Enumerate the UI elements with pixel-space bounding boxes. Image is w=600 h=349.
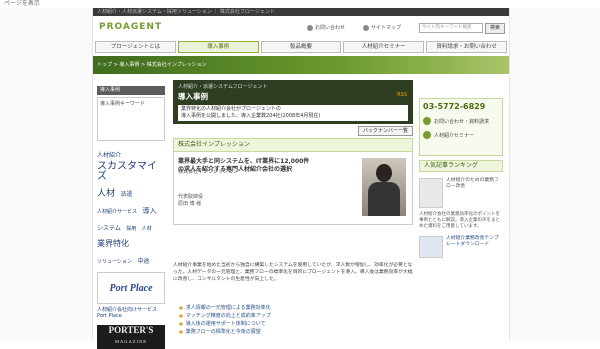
ranking-item[interactable]: 人材紹介のための業務フロー改善 bbox=[419, 178, 503, 208]
port-place-banner[interactable]: Port Place bbox=[97, 272, 165, 305]
tag-link[interactable]: 人材紹介 bbox=[97, 153, 121, 159]
keyword-box: 導入事例キーワード bbox=[97, 97, 165, 141]
top-strip: 人材紹介・人材派遣システム・採用ソリューション ｜ 株式会社フロージェント bbox=[93, 8, 509, 16]
photo-body-shape bbox=[368, 182, 400, 216]
ranking-title: 人材紹介のための業務フロー改善 bbox=[446, 178, 499, 189]
sidebar-heading: 導入事例 bbox=[97, 86, 165, 95]
contact-link-label: お問い合わせ bbox=[315, 25, 346, 31]
inquiry-link-label: お問い合わせ・資料請求 bbox=[434, 118, 490, 125]
ranking-heading: 人気記事ランキング bbox=[419, 160, 503, 172]
seminar-icon bbox=[423, 131, 431, 139]
contact-link[interactable]: お問い合わせ bbox=[307, 24, 345, 31]
tag-link[interactable]: 導入 bbox=[142, 208, 156, 215]
ranking-thumbnail bbox=[419, 236, 443, 258]
intro-text: 人材紹介事業を始めた当初から独自に構築したシステムを使用していたが、求人数が増加… bbox=[173, 263, 413, 282]
sitemap-link-label: サイトマップ bbox=[371, 25, 402, 31]
tag-link[interactable]: 人材 bbox=[97, 188, 115, 198]
right-background bbox=[508, 8, 600, 340]
company-panel: 業界最大手と同システムを、IT業界に12,000件 の求人を紹介する専門人材紹介… bbox=[173, 152, 413, 225]
ranking-title: 人材紹介業務改善テンプレートダウンロード bbox=[446, 236, 499, 247]
nav-item-products[interactable]: 製品概要 bbox=[260, 41, 342, 53]
page-title: 導入事例 bbox=[178, 92, 208, 101]
tag-link[interactable]: 人材 bbox=[142, 226, 152, 232]
search-input[interactable]: サイト内キーワード検索 bbox=[419, 23, 483, 33]
porters-magazine-banner[interactable]: PORTER'S MAGAZINE bbox=[97, 325, 165, 349]
breadcrumb: トップ > 導入事例 > 株式会社インプレッション bbox=[97, 62, 207, 68]
ranking-description: 人材紹介会社の業務効率化のポイントを事例とともに解説。導入企業の声をまとめた資料… bbox=[419, 212, 500, 229]
tag-link[interactable]: 中途 bbox=[137, 259, 149, 265]
port-place-text[interactable]: 人材紹介会社向けサービス Port Place bbox=[97, 306, 165, 319]
window-title: ページを表示 bbox=[4, 0, 40, 7]
case-description-line: 業界特化の人材紹介会社がプロージェントの bbox=[181, 106, 281, 112]
tag-link[interactable]: 人材紹介サービス bbox=[97, 209, 137, 215]
company-headline-line: 業界最大手と同システムを、IT業界に12,000件 bbox=[178, 158, 310, 165]
backnumber-button[interactable]: バックナンバー一覧 bbox=[357, 126, 413, 136]
case-description: 業界特化の人材紹介会社がプロージェントの 導入事例を公開しました。導入企業数20… bbox=[178, 105, 408, 121]
person-name: 原田 博 様 bbox=[178, 201, 202, 207]
interviewee-photo bbox=[362, 158, 406, 216]
case-subtitle: 人材紹介・派遣システムフロージェント bbox=[178, 84, 268, 90]
contact-icon bbox=[307, 24, 313, 31]
nav-item-about[interactable]: プロージェントとは bbox=[95, 41, 176, 53]
person-title: 代表取締役 bbox=[178, 194, 204, 200]
company-name: 株式会社インプレッション bbox=[178, 169, 238, 175]
search-button[interactable]: 検索 bbox=[485, 23, 505, 34]
case-description-line: 導入事例を公開しました。導入企業数204社(2008年4月現在) bbox=[181, 113, 321, 119]
tag-cloud: 人材紹介 スカスタマイズ 人材 派遣 人材紹介サービス 導入 システム 採用 人… bbox=[97, 145, 165, 268]
left-background bbox=[0, 8, 92, 340]
tag-link[interactable]: システム bbox=[97, 226, 121, 232]
inquiry-link[interactable]: お問い合わせ・資料請求 bbox=[423, 117, 499, 125]
mail-icon bbox=[423, 117, 431, 125]
ranking-item[interactable]: 人材紹介業務改善テンプレートダウンロード bbox=[419, 236, 503, 258]
page-container: 人材紹介・人材派遣システム・採用ソリューション ｜ 株式会社フロージェント PR… bbox=[92, 8, 510, 349]
article-link[interactable]: 業務フローの標準化と今後の展望 bbox=[179, 328, 409, 336]
person-info: 代表取締役 原田 博 様 bbox=[178, 194, 203, 208]
company-heading: 株式会社インプレッション bbox=[173, 138, 413, 152]
seminar-link-label: 人材紹介セミナー bbox=[434, 132, 475, 139]
nav-item-inquiry[interactable]: 資料請求・お問い合わせ bbox=[426, 41, 507, 53]
tag-link[interactable]: 採用 bbox=[126, 226, 136, 232]
main-nav: プロージェントとは 導入事例 製品概要 人材紹介セミナー 資料請求・お問い合わせ bbox=[95, 41, 507, 53]
seminar-link[interactable]: 人材紹介セミナー bbox=[423, 131, 499, 139]
nav-item-cases[interactable]: 導入事例 bbox=[177, 41, 259, 53]
right-column: 03-5772-6829 お問い合わせ・資料請求 人材紹介セミナー 人気記事ラン… bbox=[419, 98, 503, 258]
contact-box: 03-5772-6829 お問い合わせ・資料請求 人材紹介セミナー bbox=[419, 98, 503, 156]
tag-link[interactable]: 派遣 bbox=[120, 192, 132, 198]
article-links: 求人情報の一元管理による業務効率化 マッチング精度の向上と成約率アップ 導入後の… bbox=[179, 304, 409, 336]
sitemap-icon bbox=[363, 24, 369, 31]
tag-link[interactable]: 業界特化 bbox=[97, 240, 129, 249]
nav-item-seminar[interactable]: 人材紹介セミナー bbox=[343, 41, 425, 53]
keyword-box-title: 導入事例キーワード bbox=[100, 101, 146, 107]
article-link[interactable]: マッチング精度の向上と成約率アップ bbox=[179, 312, 409, 320]
article-link[interactable]: 導入後の運用サポート体制について bbox=[179, 320, 409, 328]
porters-magazine-subtitle: MAGAZINE bbox=[115, 339, 147, 345]
tag-link[interactable]: ソリューション bbox=[97, 260, 132, 266]
article-link[interactable]: 求人情報の一元管理による業務効率化 bbox=[179, 304, 409, 312]
sidebar: 導入事例 導入事例キーワード 人材紹介 スカスタマイズ 人材 派遣 人材紹介サー… bbox=[97, 86, 165, 349]
rss-icon[interactable]: RSS bbox=[397, 92, 407, 98]
tag-link[interactable]: スカスタマイズ bbox=[97, 161, 164, 183]
main-content: 人材紹介・派遣システムフロージェント 導入事例 RSS 業界特化の人材紹介会社が… bbox=[173, 80, 413, 225]
ranking-thumbnail bbox=[419, 178, 443, 208]
photo-head-shape bbox=[376, 164, 392, 182]
site-logo[interactable]: PROAGENT bbox=[99, 22, 162, 32]
phone-number: 03-5772-6829 bbox=[423, 102, 486, 111]
case-header-card: 人材紹介・派遣システムフロージェント 導入事例 RSS 業界特化の人材紹介会社が… bbox=[173, 80, 413, 124]
sitemap-link[interactable]: サイトマップ bbox=[363, 24, 401, 31]
backnumber-row: バックナンバー一覧 bbox=[173, 126, 413, 136]
porters-magazine-title: PORTER'S bbox=[108, 325, 154, 336]
